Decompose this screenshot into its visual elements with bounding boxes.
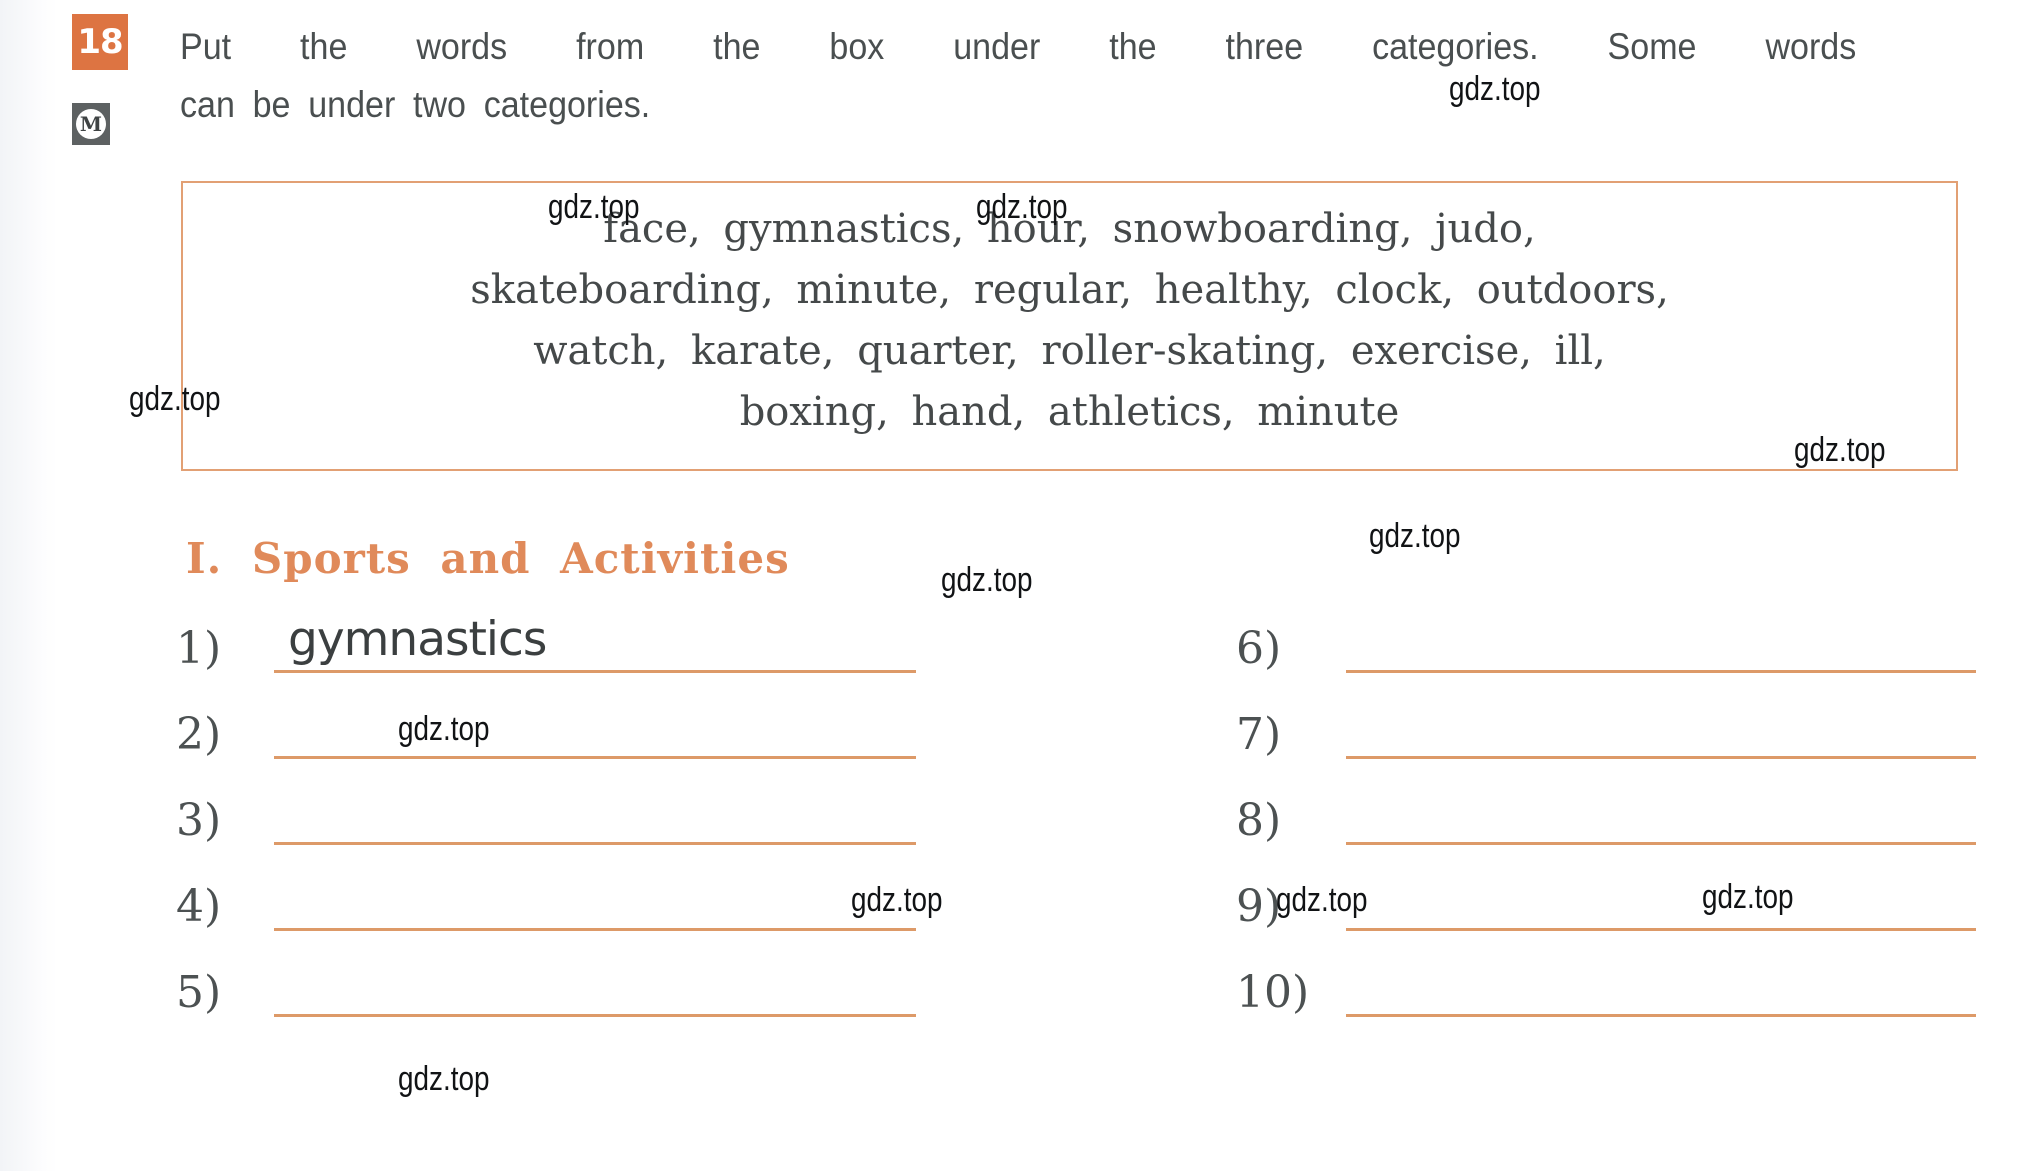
watermark: gdz.top	[398, 1060, 490, 1098]
word-bank-box: face, gymnastics, hour, snowboarding, ju…	[181, 181, 1958, 471]
answer-number: 2)	[176, 709, 222, 760]
answer-rule	[274, 928, 916, 931]
answer-rule	[1346, 928, 1976, 931]
answer-number: 10)	[1236, 967, 1310, 1018]
answer-rule	[1346, 1014, 1976, 1017]
answer-row[interactable]: 4)	[176, 878, 916, 964]
memo-marker-icon: M	[72, 103, 110, 145]
answer-column-left: 1) gymnastics 2) 3) 4) 5)	[176, 612, 916, 1050]
answer-number: 3)	[176, 795, 222, 846]
answer-rule	[274, 1014, 916, 1017]
instruction-line-1: Put the words from the box under the thr…	[180, 26, 1857, 67]
answer-rule	[274, 842, 916, 845]
answer-number: 1)	[176, 623, 222, 674]
answer-value[interactable]: gymnastics	[288, 610, 547, 670]
answer-row[interactable]: 8)	[1236, 792, 1976, 878]
instruction-line-2: can be under two categories.	[180, 84, 651, 125]
category-heading: I. Sports and Activities	[186, 534, 790, 583]
answer-rule	[1346, 842, 1976, 845]
answer-rule	[1346, 670, 1976, 673]
answer-row[interactable]: 9)	[1236, 878, 1976, 964]
page-edge-shadow	[0, 0, 58, 1171]
exercise-number-badge: 18	[72, 14, 128, 70]
answer-number: 4)	[176, 881, 222, 932]
watermark: gdz.top	[1369, 517, 1461, 555]
answer-number: 7)	[1236, 709, 1282, 760]
word-bank-lines: face, gymnastics, hour, snowboarding, ju…	[183, 199, 1956, 443]
answer-number: 5)	[176, 967, 222, 1018]
answer-number: 9)	[1236, 881, 1282, 932]
word-bank-line: watch, karate, quarter, roller-skating, …	[533, 328, 1606, 374]
answer-row[interactable]: 10)	[1236, 964, 1976, 1050]
answer-number: 8)	[1236, 795, 1282, 846]
word-bank-line: face, gymnastics, hour, snowboarding, ju…	[603, 206, 1536, 252]
answer-number: 6)	[1236, 623, 1282, 674]
answer-column-right: 6) 7) 8) 9) 10)	[1236, 620, 1976, 1050]
answer-rule	[1346, 756, 1976, 759]
memo-marker-letter: M	[76, 109, 106, 139]
answer-rule	[274, 670, 916, 673]
watermark: gdz.top	[941, 561, 1033, 599]
answer-row[interactable]: 6)	[1236, 620, 1976, 706]
answer-row[interactable]: 2)	[176, 706, 916, 792]
instruction-text: Put the words from the box under the thr…	[180, 18, 1856, 134]
word-bank-line: skateboarding, minute, regular, healthy,…	[470, 267, 1669, 313]
word-bank-line: boxing, hand, athletics, minute	[739, 389, 1400, 435]
answer-row[interactable]: 5)	[176, 964, 916, 1050]
answer-row[interactable]: 7)	[1236, 706, 1976, 792]
answer-row[interactable]: 3)	[176, 792, 916, 878]
answer-row[interactable]: 1) gymnastics	[176, 612, 916, 706]
answer-rule	[274, 756, 916, 759]
